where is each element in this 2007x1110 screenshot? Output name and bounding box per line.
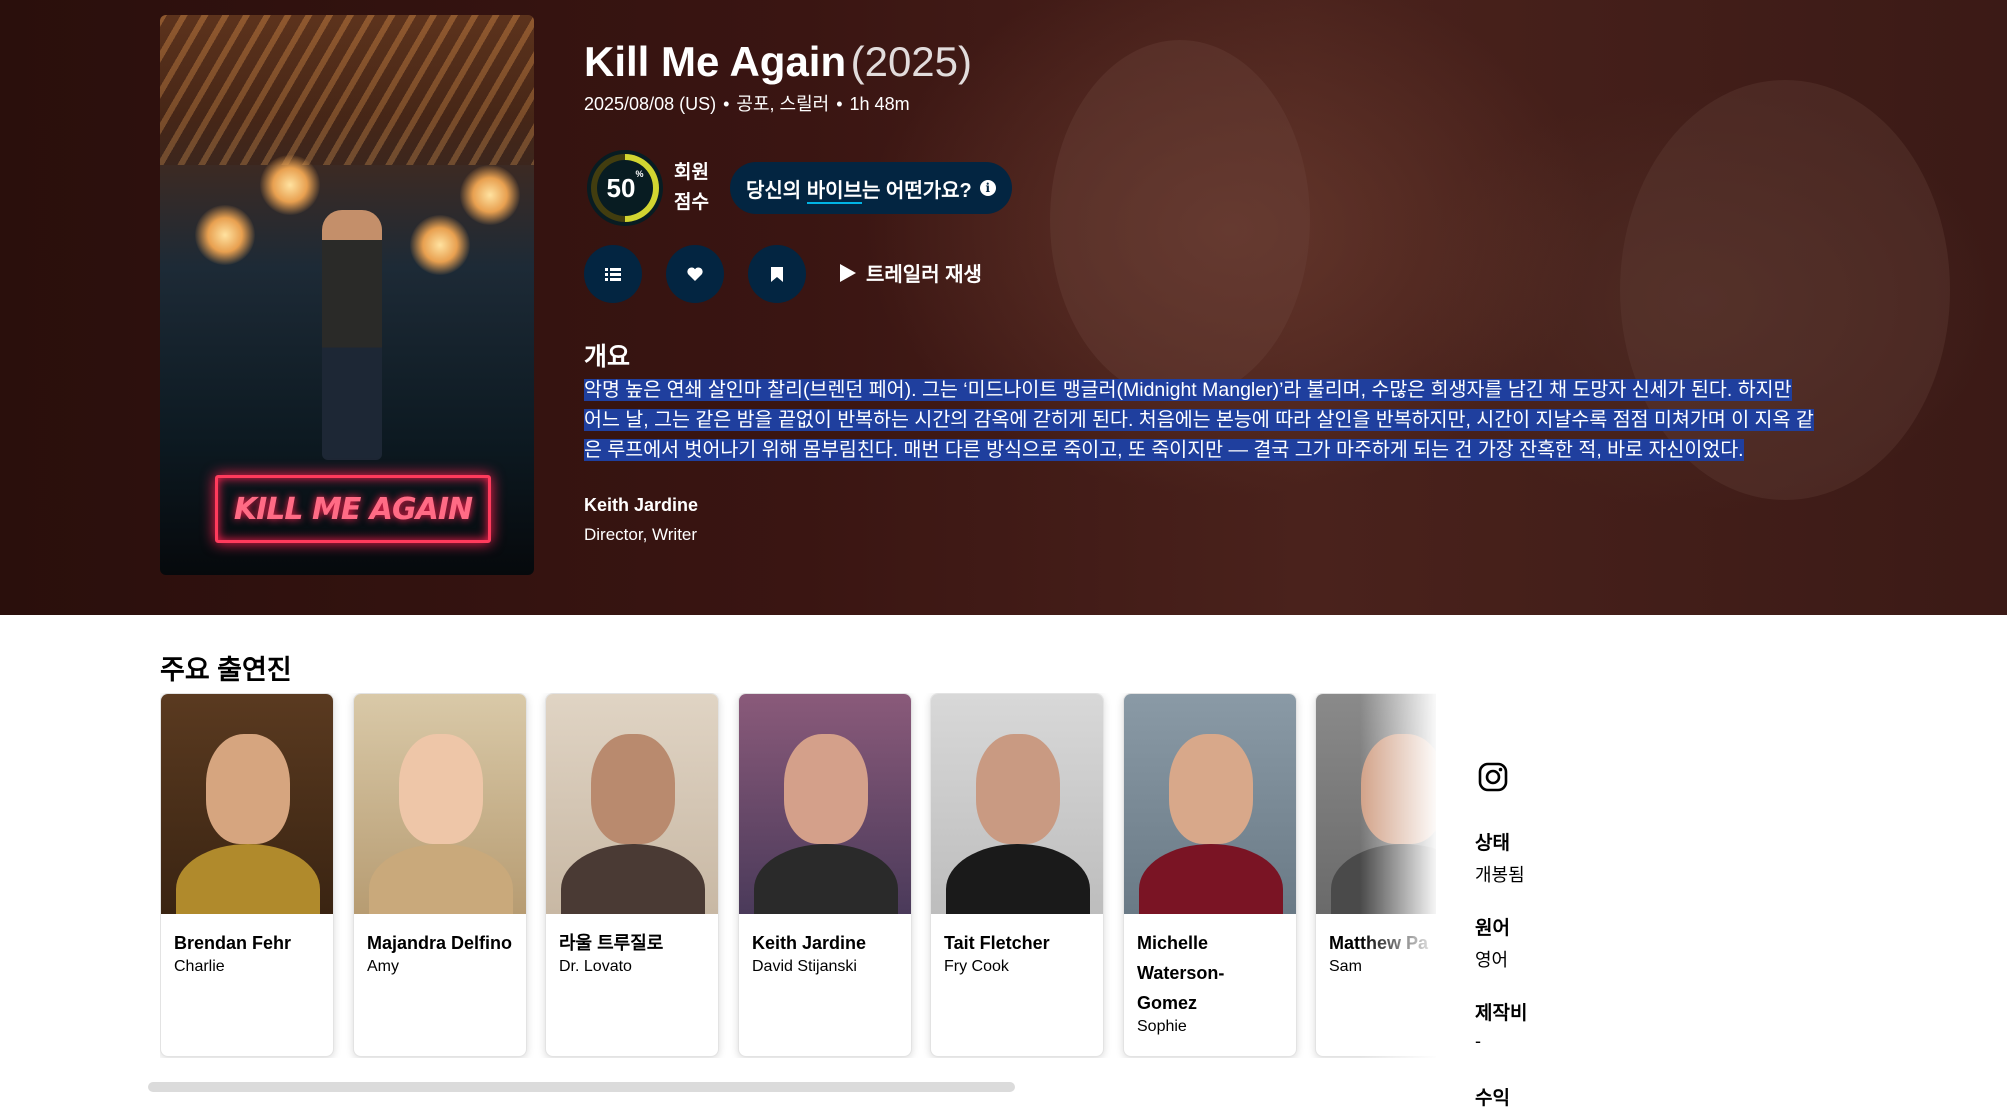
score-label: 회원 점수	[674, 162, 709, 213]
poster-title: KILL ME AGAIN	[215, 475, 491, 543]
poster-ceiling	[160, 15, 534, 165]
fact-budget: 제작비 -	[1475, 998, 1527, 1052]
cast-photo	[354, 694, 526, 914]
movie-year: (2025)	[850, 38, 972, 85]
overview-text: 악명 높은 연쇄 살인마 찰리(브렌던 페어). 그는 ‘미드나이트 맹글러(M…	[584, 379, 1814, 461]
cast-name[interactable]: 라울 트루질로	[546, 914, 718, 958]
cast-card[interactable]: 라울 트루질로 Dr. Lovato	[545, 693, 719, 1057]
cast-role: Dr. Lovato	[559, 958, 632, 975]
poster-lamp	[460, 165, 520, 225]
cast-fade	[1360, 693, 1440, 1058]
cast-name[interactable]: Brendan Fehr	[161, 914, 333, 958]
score-value: 50%	[606, 168, 644, 203]
list-icon	[605, 268, 621, 281]
cast-card[interactable]: Brendan Fehr Charlie	[160, 693, 334, 1057]
runtime: 1h 48m	[849, 94, 910, 114]
user-score-chart[interactable]: 50%	[587, 150, 663, 226]
favorite-button[interactable]	[666, 245, 724, 303]
movie-title-row: Kill Me Again (2025)	[584, 38, 972, 86]
add-to-list-button[interactable]	[584, 245, 642, 303]
fact-label: 제작비	[1475, 1003, 1528, 1024]
fact-value: 개봉됨	[1475, 865, 1525, 885]
cast-role: Fry Cook	[944, 958, 1009, 975]
vibe-text: 당신의 바이브는 어떤가요?	[746, 179, 972, 204]
separator-dot: •	[836, 94, 843, 114]
poster-figure	[322, 210, 382, 460]
movie-facts: 2025/08/08 (US) • 공포, 스릴러 • 1h 48m	[584, 90, 910, 116]
movie-header: KILL ME AGAIN Kill Me Again (2025) 2025/…	[0, 0, 2007, 615]
cast-name[interactable]: Michelle Waterson-Gomez	[1124, 914, 1296, 1018]
fact-label: 원어	[1475, 918, 1510, 939]
cast-role: Charlie	[174, 958, 225, 975]
backdrop-figure	[1050, 40, 1310, 400]
play-trailer-button[interactable]: 트레일러 재생	[840, 258, 982, 287]
poster-lamp	[410, 215, 470, 275]
fact-label: 상태	[1475, 833, 1510, 854]
cast-photo	[739, 694, 911, 914]
cast-name[interactable]: Majandra Delfino	[354, 914, 526, 958]
heart-icon	[687, 267, 703, 281]
overview-heading: 개요	[584, 343, 631, 371]
instagram-icon	[1478, 762, 1508, 792]
play-icon	[840, 263, 856, 282]
trailer-label: 트레일러 재생	[866, 264, 982, 286]
fact-status: 상태 개봉됨	[1475, 828, 1525, 887]
separator-dot: •	[723, 94, 730, 114]
cast-card[interactable]: Majandra Delfino Amy	[353, 693, 527, 1057]
cast-scrollbar[interactable]	[148, 1082, 1015, 1092]
cast-heading: 주요 출연진	[160, 655, 292, 685]
cast-scroller[interactable]: Brendan Fehr Charlie Majandra Delfino Am…	[160, 693, 1436, 1058]
bookmark-icon	[771, 266, 783, 282]
release-date: 2025/08/08 (US)	[584, 94, 717, 114]
fact-original-language: 원어 영어	[1475, 913, 1510, 972]
movie-poster[interactable]: KILL ME AGAIN	[160, 15, 534, 575]
fact-label: 수익	[1475, 1088, 1510, 1109]
cast-photo	[161, 694, 333, 914]
genres[interactable]: 공포, 스릴러	[736, 94, 829, 114]
cast-name[interactable]: Tait Fletcher	[931, 914, 1103, 958]
info-icon: i	[979, 180, 996, 196]
cast-card[interactable]: Keith Jardine David Stijanski	[738, 693, 912, 1057]
fact-value: -	[1475, 1031, 1481, 1051]
cast-role: David Stijanski	[752, 958, 857, 975]
fact-value: 영어	[1475, 950, 1509, 970]
poster-lamp	[260, 155, 320, 215]
cast-photo	[1124, 694, 1296, 914]
vibe-button[interactable]: 당신의 바이브는 어떤가요? i	[730, 162, 1012, 214]
crew-name[interactable]: Keith Jardine	[584, 495, 698, 516]
fact-revenue: 수익	[1475, 1083, 1510, 1110]
cast-photo	[931, 694, 1103, 914]
cast-card[interactable]: Michelle Waterson-Gomez Sophie	[1123, 693, 1297, 1057]
cast-role: Sophie	[1137, 1018, 1187, 1035]
instagram-link[interactable]	[1478, 762, 1508, 797]
cast-name[interactable]: Keith Jardine	[739, 914, 911, 958]
cast-card[interactable]: Tait Fletcher Fry Cook	[930, 693, 1104, 1057]
crew-job: Director, Writer	[584, 525, 698, 544]
watchlist-button[interactable]	[748, 245, 806, 303]
cast-photo	[546, 694, 718, 914]
movie-title[interactable]: Kill Me Again	[584, 38, 846, 85]
poster-lamp	[195, 205, 255, 265]
cast-role: Amy	[367, 958, 399, 975]
